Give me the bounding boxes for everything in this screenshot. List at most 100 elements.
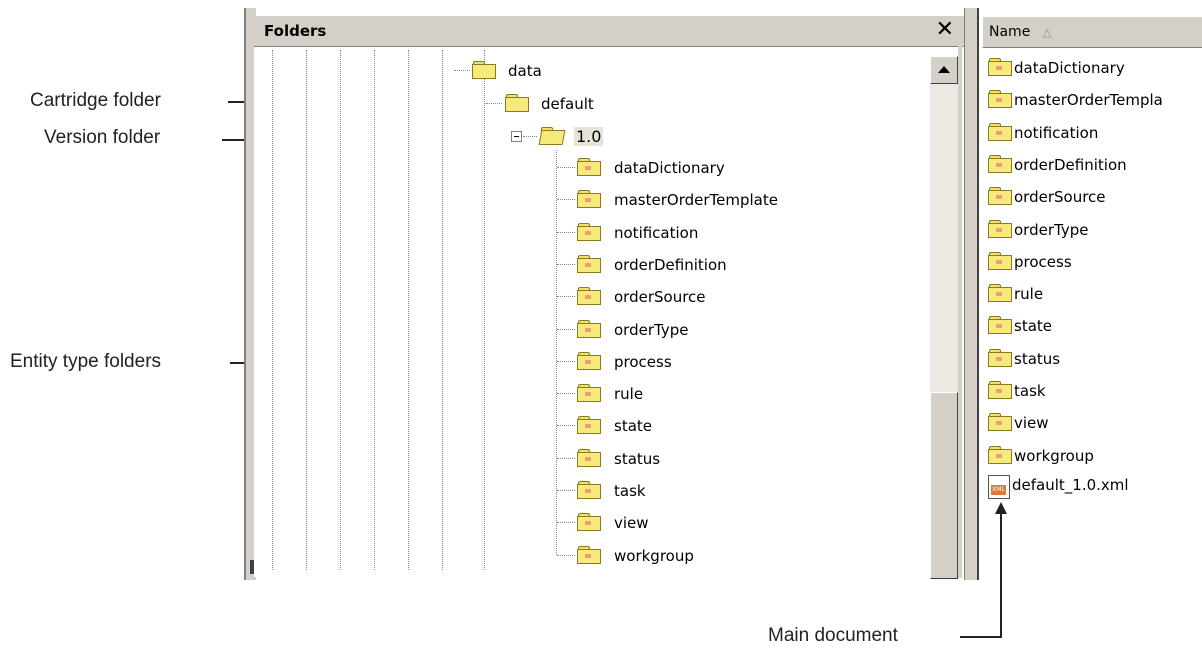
folder-icon [577, 190, 601, 208]
tree-node-notification[interactable]: notification [614, 224, 698, 242]
tree-connector [557, 425, 575, 426]
tree-connector [557, 329, 575, 330]
tree-guide-line [442, 50, 443, 570]
tree-guide-line [408, 50, 409, 570]
tree-node-orderDefinition[interactable]: orderDefinition [614, 256, 727, 274]
xml-file-icon: XML [988, 475, 1010, 499]
callout-entity-type-folders: Entity type folders [10, 351, 162, 372]
list-item[interactable]: rule [1014, 285, 1043, 303]
tree-node-process[interactable]: process [614, 353, 672, 371]
list-item[interactable]: orderType [1014, 221, 1088, 239]
tree-node-data[interactable]: data [508, 62, 542, 80]
column-header-name[interactable]: Name △ [982, 16, 1202, 48]
folder-icon [577, 158, 601, 176]
tree-connector [557, 167, 575, 168]
tree-connector [557, 490, 575, 491]
folder-icon [577, 287, 601, 305]
tree-node-rule[interactable]: rule [614, 385, 643, 403]
folder-icon [988, 413, 1012, 431]
folder-icon [988, 220, 1012, 238]
list-item[interactable]: notification [1014, 124, 1098, 142]
tree-connector [454, 70, 470, 71]
folder-icon [577, 223, 601, 241]
folder-icon [577, 352, 601, 370]
tree-node-dataDictionary[interactable]: dataDictionary [614, 159, 725, 177]
folder-icon [505, 94, 529, 112]
list-item-file[interactable]: default_1.0.xml [1012, 476, 1129, 494]
list-item[interactable]: dataDictionary [1014, 59, 1125, 77]
callout-main-doc-hline [960, 636, 1002, 638]
close-icon[interactable]: ✕ [936, 18, 954, 42]
folder-icon [472, 61, 496, 79]
scroll-up-arrow-icon[interactable] [930, 56, 958, 84]
tree-node-masterOrderTemplate[interactable]: masterOrderTemplate [614, 191, 778, 209]
folder-icon [577, 481, 601, 499]
folder-icon [577, 449, 601, 467]
tree-guide-line [272, 50, 273, 570]
folder-icon [988, 284, 1012, 302]
folder-icon [988, 316, 1012, 334]
tree-node-state[interactable]: state [614, 417, 652, 435]
list-item[interactable]: process [1014, 253, 1072, 271]
tree-node-orderSource[interactable]: orderSource [614, 288, 706, 306]
callout-main-doc-vline [1000, 510, 1002, 638]
folder-icon [577, 416, 601, 434]
tree-node-default[interactable]: default [541, 95, 594, 113]
folders-pane-header: Folders ✕ [254, 16, 964, 47]
open-folder-icon [538, 127, 566, 145]
tree-guide-line [374, 50, 375, 570]
folder-icon [577, 384, 601, 402]
tree-node-status[interactable]: status [614, 450, 660, 468]
collapse-icon[interactable] [511, 131, 522, 142]
column-header-label: Name [989, 24, 1031, 40]
folder-icon [577, 320, 601, 338]
tree-connector [486, 103, 502, 104]
tree-node-view[interactable]: view [614, 514, 649, 532]
tree-guide-line [556, 150, 557, 555]
callout-main-doc-arrowhead [995, 502, 1007, 514]
tree-connector [523, 136, 537, 137]
tree-guide-line [306, 50, 307, 570]
tree-node-orderType[interactable]: orderType [614, 321, 688, 339]
list-item[interactable]: workgroup [1014, 447, 1094, 465]
sort-ascending-icon: △ [1043, 26, 1052, 39]
tree-connector [557, 522, 575, 523]
tree-node-version[interactable]: 1.0 [574, 127, 604, 146]
list-item[interactable]: task [1014, 382, 1046, 400]
list-item[interactable]: orderDefinition [1014, 156, 1127, 174]
tree-node-workgroup[interactable]: workgroup [614, 547, 694, 565]
tree-connector [557, 232, 575, 233]
tree-connector [557, 199, 575, 200]
folder-icon [988, 123, 1012, 141]
list-item[interactable]: orderSource [1014, 188, 1106, 206]
tree-connector [557, 296, 575, 297]
tree-connector [557, 361, 575, 362]
tree-connector [557, 264, 575, 265]
folder-icon [988, 58, 1012, 76]
folder-icon [988, 187, 1012, 205]
list-item[interactable]: masterOrderTempla [1014, 91, 1163, 109]
tree-connector [557, 393, 575, 394]
list-item[interactable]: state [1014, 317, 1052, 335]
folders-pane-title: Folders [264, 22, 327, 40]
folder-icon [988, 252, 1012, 270]
callout-main-document: Main document [768, 625, 898, 646]
folder-icon [988, 349, 1012, 367]
tree-guide-line [340, 50, 341, 570]
folder-icon [988, 381, 1012, 399]
list-item[interactable]: status [1014, 350, 1060, 368]
folder-icon [577, 546, 601, 564]
folder-icon [577, 255, 601, 273]
folder-icon [988, 446, 1012, 464]
tree-connector [557, 555, 575, 556]
folder-icon [988, 90, 1012, 108]
folders-pane-right-edge [958, 16, 962, 578]
tree-connector [557, 458, 575, 459]
list-item[interactable]: view [1014, 414, 1049, 432]
callout-version-folder: Version folder [44, 127, 161, 148]
folder-icon [577, 513, 601, 531]
tree-node-task[interactable]: task [614, 482, 646, 500]
pane-splitter[interactable] [964, 8, 979, 580]
tree-guide-line [484, 50, 485, 570]
scroll-thumb[interactable] [930, 392, 958, 579]
